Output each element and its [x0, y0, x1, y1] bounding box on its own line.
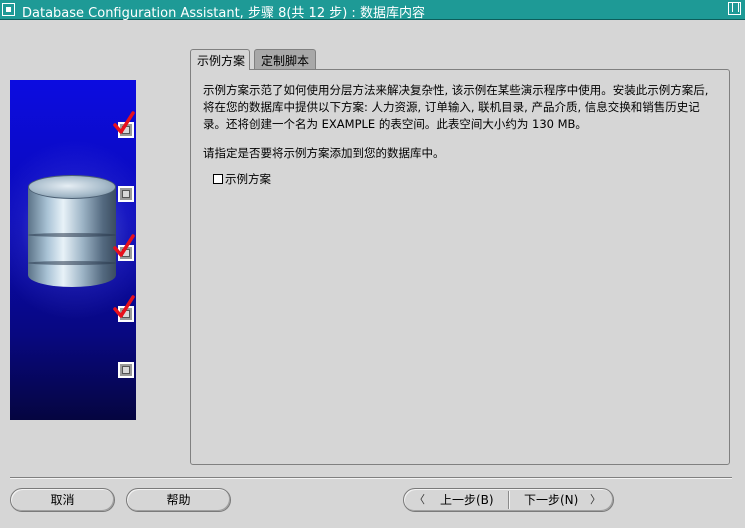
- step-checkbox-5: [118, 362, 134, 378]
- next-button[interactable]: 下一步(N) 〉: [510, 489, 613, 511]
- check-mark-icon: [113, 111, 135, 134]
- chevron-right-icon: 〉: [590, 493, 601, 506]
- step-checkbox-2: [118, 186, 134, 202]
- tab-sample-schemas[interactable]: 示例方案: [190, 49, 250, 70]
- help-button[interactable]: 帮助: [126, 488, 231, 512]
- cylinder-band: [28, 261, 116, 265]
- check-mark-icon: [113, 234, 135, 257]
- back-button-label: 上一步(B): [440, 493, 494, 507]
- next-button-label: 下一步(N): [524, 493, 579, 507]
- chevron-left-icon: 〈: [414, 493, 425, 506]
- window-title: Database Configuration Assistant, 步骤 8(共…: [22, 6, 425, 21]
- sample-schemas-checkbox[interactable]: [213, 174, 223, 184]
- tab-content-panel: 示例方案示范了如何使用分层方法来解决复杂性, 该示例在某些演示程序中使用。安装此…: [190, 69, 730, 465]
- cylinder-top: [28, 175, 116, 199]
- sample-schemas-prompt: 请指定是否要将示例方案添加到您的数据库中。: [203, 146, 445, 160]
- title-bar: Database Configuration Assistant, 步骤 8(共…: [0, 0, 745, 21]
- sample-schemas-option[interactable]: 示例方案: [213, 171, 271, 187]
- cancel-button[interactable]: 取消: [10, 488, 115, 512]
- window-menu-icon[interactable]: [2, 3, 15, 16]
- sample-schemas-checkbox-label[interactable]: 示例方案: [225, 171, 271, 187]
- maximize-icon[interactable]: [728, 2, 741, 15]
- check-mark-icon: [113, 295, 135, 318]
- sample-schemas-description: 示例方案示范了如何使用分层方法来解决复杂性, 该示例在某些演示程序中使用。安装此…: [203, 83, 709, 131]
- cylinder-body: [28, 187, 116, 287]
- tab-custom-scripts[interactable]: 定制脚本: [254, 49, 316, 69]
- button-divider: [10, 477, 732, 479]
- back-button[interactable]: 〈 上一步(B): [404, 489, 508, 511]
- navigation-button-group: 〈 上一步(B) 下一步(N) 〉: [403, 488, 614, 512]
- wizard-graphic-panel: [10, 80, 136, 420]
- cylinder-band: [28, 233, 116, 237]
